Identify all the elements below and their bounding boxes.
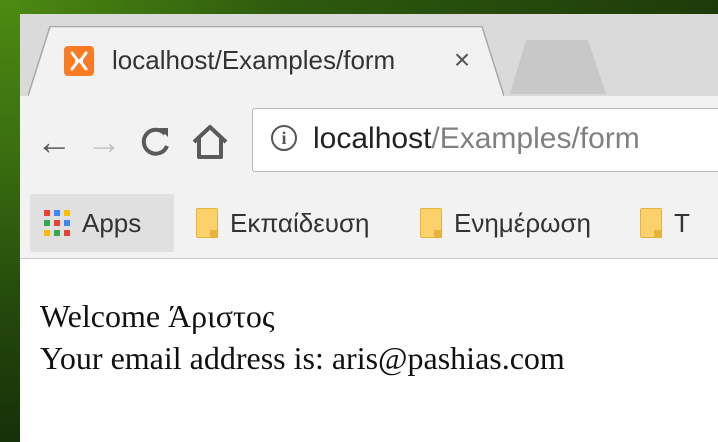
tab-title: localhost/Examples/form [112, 45, 396, 75]
tab-close-icon[interactable]: × [444, 42, 480, 78]
email-text: Your email address is: aris@pashias.com [40, 340, 565, 376]
address-bar[interactable]: i localhost/Examples/form [252, 108, 718, 172]
folder-icon [196, 208, 218, 238]
desktop-background-top [0, 0, 718, 14]
home-icon[interactable] [186, 118, 234, 166]
welcome-text: Welcome Άριστος [40, 298, 275, 334]
bookmarks-bar: Apps Εκπαίδευση Ενημέρωση T [20, 188, 718, 259]
url-host: localhost [313, 122, 432, 155]
bookmark-label: Apps [82, 208, 142, 238]
desktop-background-left [0, 0, 20, 442]
reload-icon[interactable] [132, 118, 180, 166]
url-text[interactable]: localhost/Examples/form [313, 121, 640, 157]
xampp-icon [64, 46, 94, 76]
apps-grid-icon [44, 210, 70, 236]
bookmark-label: T [674, 208, 690, 238]
tab-strip: localhost/Examples/form × [20, 14, 718, 96]
url-path: /Examples/form [431, 122, 640, 155]
info-icon[interactable]: i [271, 125, 297, 151]
back-arrow-icon[interactable]: ← [30, 118, 78, 166]
bookmark-label: Εκπαίδευση [230, 208, 370, 238]
forward-arrow-icon[interactable]: → [80, 118, 128, 166]
browser-window: localhost/Examples/form × ← → i localhos… [20, 14, 718, 442]
new-tab-button[interactable] [510, 40, 606, 94]
page-content: Welcome Άριστος Your email address is: a… [20, 259, 718, 442]
folder-icon [420, 208, 442, 238]
bookmark-apps[interactable]: Apps [30, 194, 174, 252]
folder-icon [640, 208, 662, 238]
browser-toolbar: ← → i localhost/Examples/form [20, 96, 718, 188]
bookmark-label: Ενημέρωση [454, 208, 591, 238]
